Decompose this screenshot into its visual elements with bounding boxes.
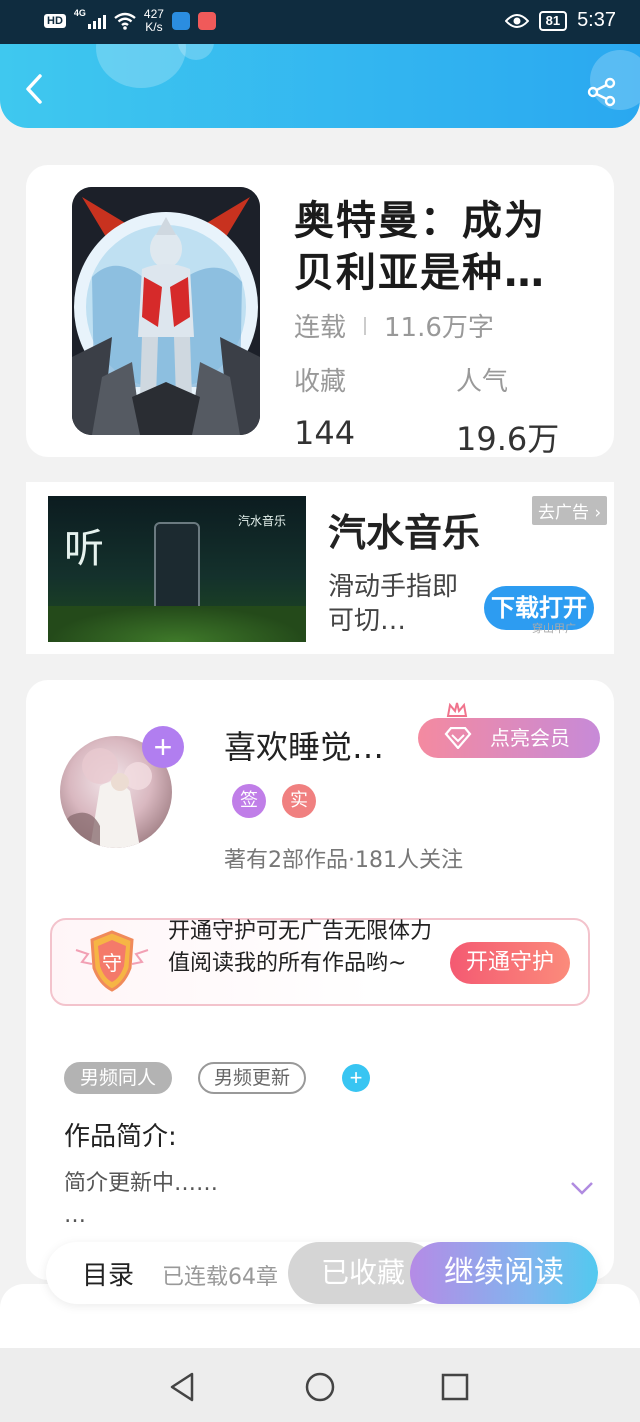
shield-icon: 守 <box>75 930 149 992</box>
intro-text-ellipsis: … <box>64 1203 86 1228</box>
signal-icon <box>87 13 106 29</box>
popularity-stat: 人气 19.6万 <box>456 361 559 460</box>
tag-male-update[interactable]: 男频更新 <box>198 1062 307 1094</box>
popularity-value: 19.6万 <box>456 420 560 458</box>
diamond-icon <box>444 727 472 749</box>
intro-title: 作品简介: <box>64 1122 177 1152</box>
share-icon[interactable] <box>586 76 618 108</box>
follow-plus-icon[interactable]: + <box>142 726 184 768</box>
ad-source-label: 穿山甲广 <box>532 622 576 635</box>
ad-title: 汽水音乐 <box>328 511 481 555</box>
signed-badge: 签 <box>232 784 266 818</box>
intro-text-line: 简介更新中…… <box>64 1171 219 1196</box>
header <box>0 44 640 128</box>
net-speed-unit: K/s <box>145 20 163 34</box>
ad-image[interactable]: 听 汽水音乐 <box>48 496 306 642</box>
book-cover[interactable] <box>72 187 260 435</box>
wifi-icon <box>114 12 136 30</box>
word-count: 11.6万字 <box>384 313 494 343</box>
book-status: 连载 <box>294 313 347 343</box>
battery-indicator: 81 <box>538 10 568 31</box>
hd-badge: HD <box>44 14 66 28</box>
open-guard-button[interactable]: 开通守护 <box>450 942 570 984</box>
ad-phone-mock <box>154 522 200 616</box>
ad-description: 滑动手指即可切… <box>328 572 459 636</box>
ad-image-brand: 汽水音乐 <box>238 514 287 528</box>
back-icon[interactable] <box>20 72 50 106</box>
add-tag-plus-icon[interactable]: + <box>342 1064 370 1092</box>
book-title: 奥特曼：成为贝利亚是种… <box>294 198 546 296</box>
crown-icon <box>446 702 468 717</box>
decor-bubble <box>96 44 186 88</box>
author-name[interactable]: 喜欢睡觉… <box>224 722 384 768</box>
ad-banner[interactable]: 听 汽水音乐 汽水音乐 滑动手指即可切… 去广告 › 下载打开 穿山甲广 <box>26 482 614 654</box>
ad-grass <box>48 606 306 642</box>
status-bar: HD 4G 427 K/s 81 5:37 <box>0 0 640 44</box>
nav-recent-icon[interactable] <box>438 1370 472 1404</box>
favorites-stat: 收藏 144 <box>294 361 355 452</box>
nav-home-icon[interactable] <box>303 1370 337 1404</box>
favorites-label: 收藏 <box>294 367 347 397</box>
author-card: + 喜欢睡觉… 点亮会员 签 实 著有2部作品·181人关注 守 开通守护可无广… <box>26 680 614 1280</box>
book-info-card: 奥特曼：成为贝利亚是种… 连载 11.6万字 收藏 144 人气 19.6万 <box>26 165 614 460</box>
guard-banner[interactable]: 守 开通守护可无广告无限体力值阅读我的所有作品哟~ 开通守护 <box>50 918 590 1006</box>
serial-count: 已连载64章 <box>162 1265 278 1290</box>
chevron-down-icon[interactable] <box>570 1180 594 1196</box>
guard-text: 开通守护可无广告无限体力值阅读我的所有作品哟~ <box>168 919 433 976</box>
continue-reading-button[interactable]: 继续阅读 <box>410 1242 598 1304</box>
book-meta: 连载 11.6万字 <box>294 307 494 344</box>
red-app-icon <box>197 12 216 30</box>
nav-back-icon[interactable] <box>166 1370 200 1404</box>
meta-divider <box>364 316 367 335</box>
toc-button[interactable]: 目录 <box>82 1255 134 1292</box>
shield-text: 守 <box>102 951 122 975</box>
weather-app-icon <box>171 12 190 30</box>
clock: 5:37 <box>577 9 616 31</box>
system-nav-bar <box>0 1348 640 1422</box>
network-label: 4G <box>73 8 86 18</box>
ad-close-button[interactable]: 去广告 › <box>532 496 608 525</box>
popularity-label: 人气 <box>456 367 509 397</box>
ad-image-headline: 听 <box>64 526 104 572</box>
tag-male-fanfic[interactable]: 男频同人 <box>64 1062 173 1094</box>
favorites-value: 144 <box>294 414 356 452</box>
ad-close-label: 去广告 <box>538 503 589 523</box>
intro-text: 简介更新中…… … <box>64 1168 218 1232</box>
eye-icon <box>504 13 529 28</box>
bottom-action-bar: 目录 已连载64章 已收藏 继续阅读 <box>46 1242 598 1304</box>
net-speed: 427 K/s <box>144 8 164 34</box>
author-stats: 著有2部作品·181人关注 <box>224 848 463 873</box>
verified-badge: 实 <box>282 784 316 818</box>
net-speed-value: 427 <box>143 7 164 21</box>
